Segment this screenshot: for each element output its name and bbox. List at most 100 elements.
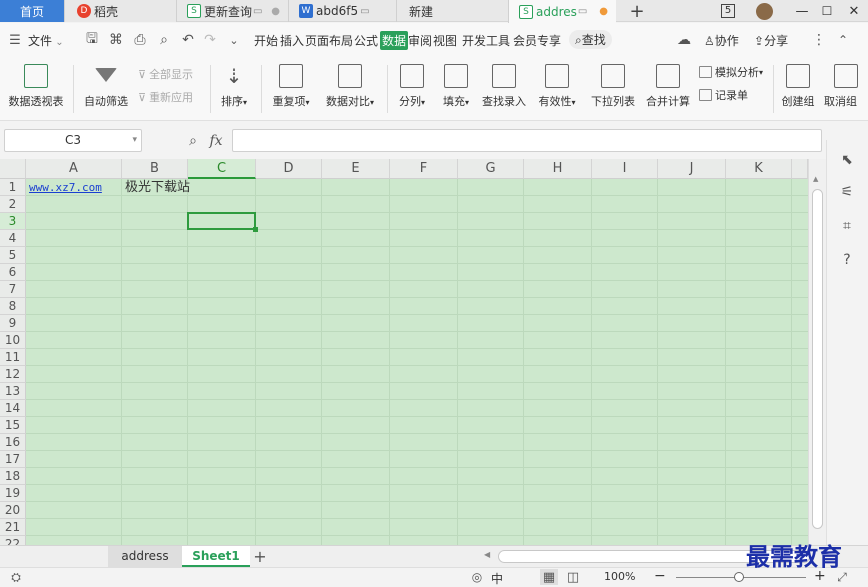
row-header-22[interactable]: 22 xyxy=(0,536,26,545)
page-layout-view-icon[interactable]: ◫ xyxy=(564,569,582,585)
consolidate-button[interactable]: 合并计算 xyxy=(644,64,692,109)
row-header-11[interactable]: 11 xyxy=(0,349,26,366)
fill-button[interactable]: 填充▾ xyxy=(438,64,474,109)
window-count-badge[interactable]: 5 xyxy=(716,0,740,22)
scroll-left-icon[interactable]: ◀ xyxy=(484,550,490,559)
row-header-2[interactable]: 2 xyxy=(0,196,26,213)
row-header-18[interactable]: 18 xyxy=(0,468,26,485)
tab-new[interactable]: 新建 xyxy=(396,0,508,22)
collab-button[interactable]: ♙协作 xyxy=(704,32,739,49)
menu-item-developer[interactable]: 开发工具 xyxy=(462,32,510,49)
zoom-slider-thumb[interactable] xyxy=(734,572,744,582)
row-header-17[interactable]: 17 xyxy=(0,451,26,468)
print-icon[interactable]: ⎙ xyxy=(132,32,148,48)
menu-item-page-layout[interactable]: 页面布局 xyxy=(305,32,353,49)
avatar[interactable] xyxy=(753,0,775,22)
scroll-up-icon[interactable]: ▲ xyxy=(813,175,818,183)
zoom-out-button[interactable]: − xyxy=(654,568,666,584)
row-header-20[interactable]: 20 xyxy=(0,502,26,519)
cloud-icon[interactable]: ☁ xyxy=(676,32,692,48)
help-icon[interactable]: ? xyxy=(837,250,857,270)
print-preview-icon[interactable]: ⌕ xyxy=(156,32,172,48)
collapse-ribbon-icon[interactable]: ⌃ xyxy=(836,32,850,48)
row-header-3[interactable]: 3 xyxy=(0,213,26,230)
macro-icon[interactable]: ⛭ xyxy=(8,569,24,585)
cell-b1[interactable]: 极光下载站 xyxy=(125,179,190,196)
column-header-b[interactable]: B xyxy=(122,159,188,179)
row-header-6[interactable]: 6 xyxy=(0,264,26,281)
reapply-button[interactable]: ⊽ 重新应用 xyxy=(138,89,193,105)
show-all-button[interactable]: ⊽ 全部显示 xyxy=(138,66,193,82)
close-button[interactable]: ✕ xyxy=(842,0,866,22)
column-header-f[interactable]: F xyxy=(390,159,458,179)
menu-item-membership[interactable]: 会员专享 xyxy=(513,32,561,49)
normal-view-icon[interactable]: ▦ xyxy=(540,569,558,585)
new-tab-button[interactable]: + xyxy=(626,0,648,22)
formula-input[interactable] xyxy=(232,129,822,152)
column-header-h[interactable]: H xyxy=(524,159,592,179)
crop-icon[interactable]: ⌗ xyxy=(837,216,857,236)
column-header-g[interactable]: G xyxy=(458,159,524,179)
fx-icon[interactable]: fx xyxy=(206,132,226,150)
row-header-12[interactable]: 12 xyxy=(0,366,26,383)
ungroup-button[interactable]: 取消组 xyxy=(824,64,864,109)
vertical-scroll-thumb[interactable] xyxy=(812,189,823,529)
row-header-19[interactable]: 19 xyxy=(0,485,26,502)
duplicates-button[interactable]: 重复项▾ xyxy=(268,64,314,109)
row-header-15[interactable]: 15 xyxy=(0,417,26,434)
share-button[interactable]: ⇪分享 xyxy=(754,32,788,49)
hamburger-icon[interactable]: ☰ xyxy=(8,32,22,48)
row-header-7[interactable]: 7 xyxy=(0,281,26,298)
row-header-16[interactable]: 16 xyxy=(0,434,26,451)
menu-item-formulas[interactable]: 公式 xyxy=(354,32,378,49)
row-header-9[interactable]: 9 xyxy=(0,315,26,332)
row-header-1[interactable]: 1 xyxy=(0,179,26,196)
fill-handle[interactable] xyxy=(253,227,258,232)
record-form-button[interactable]: 记录单 xyxy=(699,87,748,103)
zoom-formula-icon[interactable]: ⌕ xyxy=(184,132,202,150)
validity-button[interactable]: 有效性▾ xyxy=(534,64,580,109)
menu-item-insert[interactable]: 插入 xyxy=(280,32,304,49)
tab-home[interactable]: 首页 xyxy=(0,0,64,22)
menu-item-home[interactable]: 开始 xyxy=(254,32,278,49)
tab-address[interactable]: S addres ▭ ● xyxy=(508,0,616,23)
row-header-4[interactable]: 4 xyxy=(0,230,26,247)
split-button[interactable]: 分列▾ xyxy=(394,64,430,109)
search-button[interactable]: ⌕查找 xyxy=(569,30,612,49)
cell-a1-link[interactable]: www.xz7.com xyxy=(29,179,102,196)
name-box[interactable]: C3 ▾ xyxy=(4,129,142,152)
row-header-5[interactable]: 5 xyxy=(0,247,26,264)
column-header-a[interactable]: A xyxy=(26,159,122,179)
row-header-21[interactable]: 21 xyxy=(0,519,26,536)
tab-update-query[interactable]: S 更新查询 ▭ ● xyxy=(176,0,288,22)
properties-icon[interactable]: ⚟ xyxy=(837,182,857,202)
dropdown-list-button[interactable]: 下拉列表 xyxy=(589,64,637,109)
compare-button[interactable]: 数据对比▾ xyxy=(322,64,378,109)
column-header-c[interactable]: C xyxy=(188,159,256,179)
menu-file[interactable]: 文件 ⌄ xyxy=(28,32,64,49)
format-painter-icon[interactable]: ⌘ xyxy=(108,32,124,48)
column-header-j[interactable]: J xyxy=(658,159,726,179)
group-button[interactable]: 创建组 xyxy=(778,64,818,109)
zoom-level[interactable]: 100% xyxy=(604,570,635,583)
minimize-button[interactable]: — xyxy=(790,0,814,22)
redo-icon[interactable]: ↷ xyxy=(202,32,218,48)
column-header-k[interactable]: K xyxy=(726,159,792,179)
more-options-icon[interactable]: ⋮ xyxy=(812,32,826,48)
column-header-e[interactable]: E xyxy=(322,159,390,179)
cursor-select-icon[interactable]: ⬉ xyxy=(837,150,857,170)
menu-item-review[interactable]: 审阅 xyxy=(408,32,432,49)
row-header-14[interactable]: 14 xyxy=(0,400,26,417)
row-header-13[interactable]: 13 xyxy=(0,383,26,400)
menu-item-data[interactable]: 数据 xyxy=(380,31,409,50)
sort-button[interactable]: ⇣ 排序▾ xyxy=(216,64,252,109)
pivot-table-button[interactable]: 数据透视表 xyxy=(6,64,66,109)
maximize-button[interactable]: ☐ xyxy=(815,0,839,22)
column-header-i[interactable]: I xyxy=(592,159,658,179)
ime-indicator[interactable]: 中 xyxy=(491,570,503,587)
autofilter-button[interactable]: 自动筛选 xyxy=(82,64,130,109)
tab-docer[interactable]: D 稻壳 xyxy=(64,0,176,22)
row-header-8[interactable]: 8 xyxy=(0,298,26,315)
row-header-10[interactable]: 10 xyxy=(0,332,26,349)
sheet-tab-sheet1[interactable]: Sheet1 xyxy=(182,546,250,567)
